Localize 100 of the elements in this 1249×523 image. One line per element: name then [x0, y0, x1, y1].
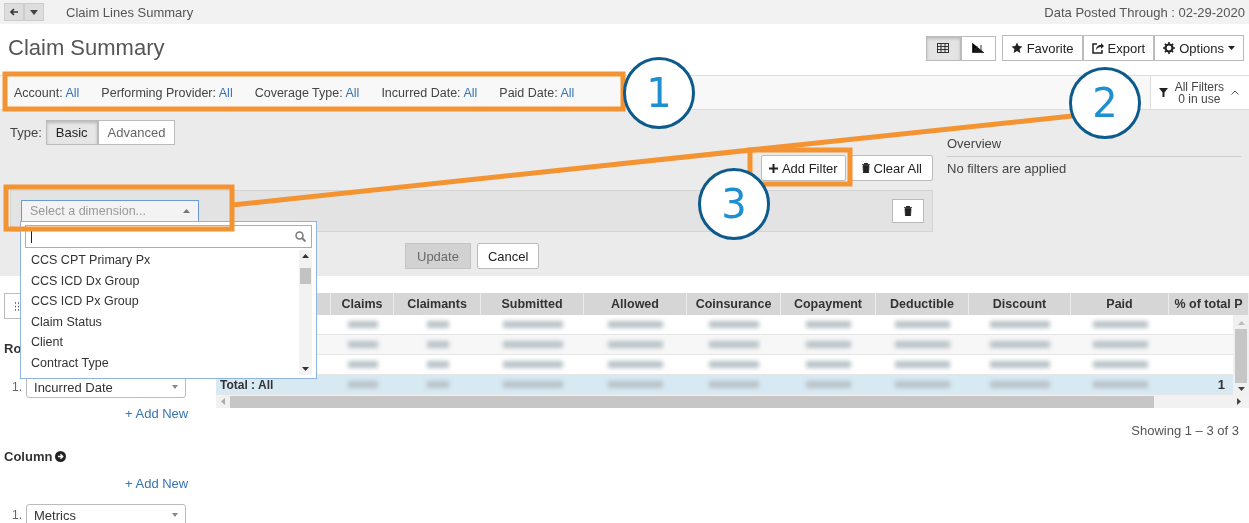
- column-header[interactable]: Claims: [341, 297, 383, 311]
- overview-message: No filters are applied: [947, 161, 1068, 176]
- trash-icon: [904, 206, 912, 216]
- scroll-up-icon[interactable]: [302, 254, 309, 258]
- blurred-value: [1092, 381, 1148, 388]
- blurred-value: [1092, 321, 1148, 328]
- row-index: 1.: [12, 380, 22, 394]
- blurred-value: [502, 361, 563, 368]
- blurred-value: [709, 361, 759, 368]
- column-header[interactable]: % of total P: [1174, 297, 1243, 311]
- dropdown-option[interactable]: CCS ICD Dx Group: [25, 270, 299, 291]
- back-button[interactable]: [4, 3, 24, 21]
- grid-icon: [937, 43, 950, 53]
- cancel-button[interactable]: Cancel: [476, 243, 540, 269]
- blurred-value: [347, 341, 378, 348]
- blurred-value: [990, 341, 1050, 348]
- dropdown-option[interactable]: Client: [25, 332, 299, 353]
- dropdown-option[interactable]: Claim Status: [25, 311, 299, 332]
- column-header[interactable]: Discount: [992, 297, 1047, 311]
- filter-summary-link[interactable]: Account: All: [14, 85, 80, 100]
- vertical-scrollbar[interactable]: [1233, 315, 1249, 397]
- blurred-value: [426, 381, 449, 388]
- blurred-value: [502, 321, 563, 328]
- export-button[interactable]: Export: [1082, 35, 1155, 61]
- blurred-value: [709, 321, 759, 328]
- blurred-value: [709, 341, 759, 348]
- filter-type-tab[interactable]: Advanced: [97, 120, 176, 145]
- pagination-info: Showing 1 – 3 of 3: [1131, 423, 1239, 438]
- export-icon: [1091, 42, 1104, 54]
- chart-view-button[interactable]: [960, 35, 996, 61]
- filter-summary-link[interactable]: Coverage Type: All: [254, 85, 360, 100]
- total-label: Total : All: [219, 377, 274, 392]
- column-header[interactable]: Coinsurance: [695, 297, 772, 311]
- blurred-value: [806, 321, 851, 328]
- add-row-link[interactable]: + Add New: [125, 406, 189, 421]
- caret-icon: [30, 9, 38, 15]
- column-header[interactable]: Allowed: [611, 297, 659, 311]
- blurred-value: [347, 321, 378, 328]
- scroll-down-icon[interactable]: [302, 367, 309, 371]
- scroll-thumb[interactable]: [1235, 329, 1247, 383]
- blurred-value: [608, 361, 663, 368]
- add-column-link[interactable]: + Add New: [125, 476, 189, 491]
- column-header[interactable]: Paid: [1106, 297, 1133, 311]
- dropdown-option[interactable]: CCS CPT Primary Px: [25, 250, 299, 271]
- blurred-value: [426, 361, 449, 368]
- filter-type-tab[interactable]: Basic: [45, 120, 98, 145]
- search-icon: [295, 231, 306, 242]
- blurred-value: [895, 381, 950, 388]
- column-header[interactable]: Claimants: [407, 297, 467, 311]
- blurred-value: [895, 321, 950, 328]
- blurred-value: [426, 321, 449, 328]
- blurred-value: [806, 361, 851, 368]
- dropdown-option[interactable]: CCS ICD Px Group: [25, 291, 299, 312]
- column-heading: Column: [4, 449, 53, 464]
- favorite-button[interactable]: Favorite: [1001, 35, 1083, 61]
- filter-summary-link[interactable]: Performing Provider: All: [101, 85, 233, 100]
- blurred-value: [347, 361, 378, 368]
- scroll-right-icon[interactable]: [1237, 398, 1241, 405]
- delete-filter-button[interactable]: [892, 199, 924, 223]
- column-dimension-select[interactable]: Metrics: [26, 504, 186, 523]
- back-arrow-icon: [9, 7, 19, 17]
- filter-summary-link[interactable]: Incurred Date: All: [381, 85, 478, 100]
- search-field[interactable]: [25, 225, 312, 248]
- column-header[interactable]: Copayment: [793, 297, 863, 311]
- blurred-value: [608, 321, 663, 328]
- blurred-value: [806, 381, 851, 388]
- star-icon: [1010, 42, 1023, 54]
- trash-icon: [861, 163, 870, 173]
- options-button[interactable]: Options: [1154, 35, 1244, 61]
- blurred-value: [990, 381, 1050, 388]
- type-label: Type:: [10, 125, 42, 140]
- scroll-thumb[interactable]: [300, 268, 311, 284]
- add-filter-button[interactable]: Add Filter: [760, 155, 846, 181]
- scroll-down-icon[interactable]: [1237, 387, 1245, 391]
- column-header[interactable]: Deductible: [890, 297, 954, 311]
- column-header[interactable]: Submitted: [501, 297, 563, 311]
- all-filters-toggle[interactable]: All Filters 0 in use: [1149, 76, 1249, 109]
- page-title: Claim Summary: [8, 35, 166, 61]
- plus-icon: [768, 163, 778, 173]
- caret-icon: [172, 513, 178, 517]
- blurred-value: [608, 341, 663, 348]
- blurred-value: [502, 381, 563, 388]
- clear-all-button[interactable]: Clear All: [850, 155, 933, 181]
- table-cell: 1: [1217, 377, 1225, 392]
- blurred-value: [990, 361, 1050, 368]
- blurred-value: [1092, 341, 1148, 348]
- chevron-up-icon: [1231, 90, 1239, 95]
- dropdown-option[interactable]: Contract Type: [25, 352, 299, 373]
- blurred-value: [709, 381, 759, 388]
- blurred-value: [895, 361, 950, 368]
- table-view-button[interactable]: [925, 35, 961, 61]
- scroll-left-icon[interactable]: [221, 398, 225, 405]
- funnel-icon: [1158, 88, 1168, 97]
- grip-icon: [14, 301, 20, 311]
- blurred-value: [347, 381, 378, 388]
- history-dropdown-button[interactable]: [24, 3, 44, 21]
- filter-summary-link[interactable]: Paid Date: All: [499, 85, 575, 100]
- list-scrollbar[interactable]: [299, 250, 312, 375]
- blurred-value: [426, 341, 449, 348]
- arrow-circle-icon: [55, 451, 67, 462]
